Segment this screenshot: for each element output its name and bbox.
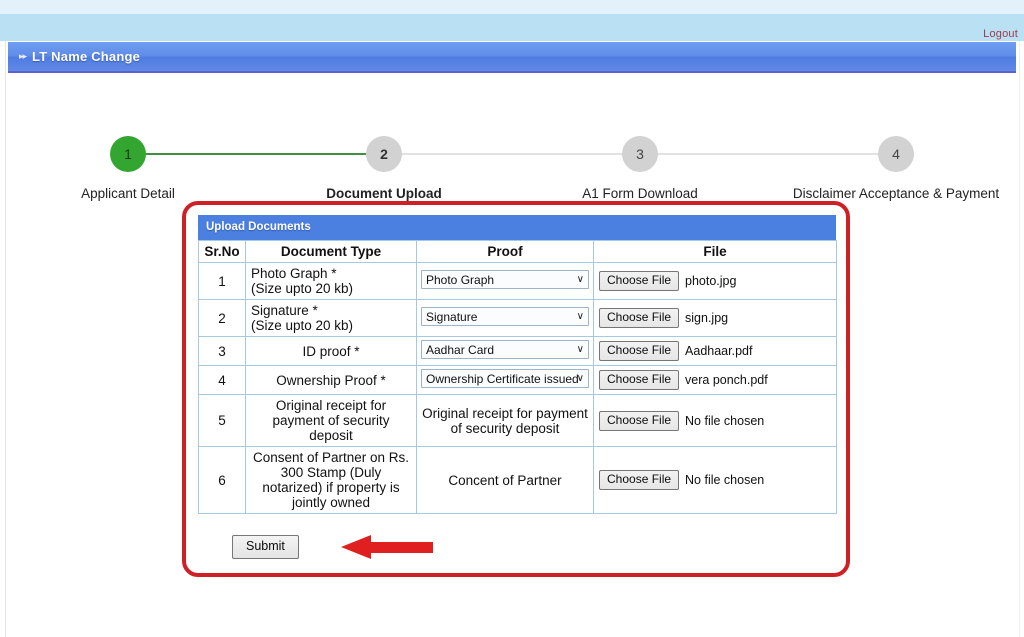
secondary-band: Logout [0,14,1024,41]
upload-table-body: 1 Photo Graph * (Size upto 20 kb) Photo Gr… [198,262,837,514]
file-name-label-row-4: vera ponch.pdf [685,373,768,387]
red-left-arrow-annotation-icon [340,535,433,559]
table-row: 1 Photo Graph * (Size upto 20 kb) Photo Gr… [198,262,837,300]
proof-select-value: Signature [426,310,478,324]
file-input-row-3[interactable]: Choose File Aadhaar.pdf [599,341,832,361]
proof-static-text: Original receipt for payment of security… [422,405,588,436]
table-row: 5 Original receipt for payment of securit… [198,394,837,447]
proof-select-row-2[interactable]: Signature ∨ [421,307,589,326]
stepper-connector-1 [128,153,384,155]
chevron-down-icon: ∨ [576,311,584,322]
progress-stepper: 1 Applicant Detail 2 Document Upload 3 A1 For… [0,120,1024,201]
choose-file-button-row-2[interactable]: Choose File [599,308,680,328]
top-gradient-band [0,0,1024,14]
upload-documents-panel: Upload Documents Sr.No Document Type Pro… [198,215,837,514]
file-name-label-row-6: No file chosen [685,473,765,487]
proof-static-text: Concent of Partner [448,472,562,488]
stepper-label-2: Document Upload [326,186,442,201]
cell-file: Choose File sign.jpg [593,299,837,337]
cell-proof: Aadhar Card ∨ [416,336,594,366]
cell-proof: Signature ∨ [416,299,594,337]
stepper-circle-1: 1 [110,136,146,172]
proof-select-row-4[interactable]: Ownership Certificate issued ∨ [421,369,589,388]
column-header-srno: Sr.No [198,240,246,263]
stepper-step-2[interactable]: 2 Document Upload [269,120,499,201]
proof-select-value: Aadhar Card [426,343,495,357]
cell-file: Choose File photo.jpg [593,262,837,300]
file-input-row-6[interactable]: Choose File No file chosen [599,470,832,490]
stepper-connector-2 [384,153,640,155]
cell-proof: Photo Graph ∨ [416,262,594,300]
stepper-label-3: A1 Form Download [582,186,698,201]
stepper-step-4[interactable]: 4 Disclaimer Acceptance & Payment [781,120,1011,201]
column-header-doctype: Document Type [245,240,417,263]
file-input-row-5[interactable]: Choose File No file chosen [599,410,832,431]
section-title-bar: ▸▸ LT Name Change [8,42,1016,73]
cell-proof: Ownership Certificate issued ∨ [416,365,594,395]
column-header-proof: Proof [416,240,594,263]
logout-link[interactable]: Logout [983,28,1018,41]
file-input-row-2[interactable]: Choose File sign.jpg [599,308,832,328]
cell-document-type: Photo Graph * (Size upto 20 kb) [245,262,417,300]
cell-proof: Concent of Partner [416,446,594,514]
cell-file: Choose File vera ponch.pdf [593,365,837,395]
table-row: 3 ID proof * Aadhar Card ∨ Choose File Aadhaa… [198,336,837,366]
chevron-down-icon: ∨ [576,373,584,384]
cell-srno: 2 [198,299,246,337]
proof-select-value: Photo Graph [426,273,495,287]
cell-srno: 5 [198,394,246,447]
cell-file: Choose File Aadhaar.pdf [593,336,837,366]
chevron-down-icon: ∨ [576,274,584,285]
choose-file-button-row-3[interactable]: Choose File [599,341,680,361]
stepper-label-4: Disclaimer Acceptance & Payment [792,186,1000,201]
table-row: 4 Ownership Proof * Ownership Certificate … [198,365,837,395]
cell-proof: Original receipt for payment of security… [416,394,594,447]
submit-row: Submit [232,532,433,562]
file-name-label-row-2: sign.jpg [685,311,729,325]
cell-document-type: Signature * (Size upto 20 kb) [245,299,417,337]
cell-document-type: Original receipt for payment of security… [245,394,417,447]
choose-file-button-row-4[interactable]: Choose File [599,370,680,390]
chevron-down-icon: ∨ [576,344,584,355]
cell-srno: 6 [198,446,246,514]
table-header-row: Sr.No Document Type Proof File [198,240,837,263]
panel-header-title: Upload Documents [198,215,836,240]
table-row: 6 Consent of Partner on Rs. 300 Stamp (Du… [198,446,837,514]
choose-file-button-row-6[interactable]: Choose File [599,470,680,490]
upload-documents-table: Sr.No Document Type Proof File 1 Photo Gr… [198,240,837,514]
proof-select-row-1[interactable]: Photo Graph ∨ [421,270,589,289]
page-title: LT Name Change [32,49,141,64]
cell-srno: 3 [198,336,246,366]
file-name-label-row-5: No file chosen [685,413,765,428]
cell-file: Choose File No file chosen [593,446,837,514]
stepper-circle-4: 4 [878,136,914,172]
stepper-connector-3 [640,153,896,155]
file-name-label-row-3: Aadhaar.pdf [685,344,753,358]
file-input-row-4[interactable]: Choose File vera ponch.pdf [599,370,832,390]
choose-file-button-row-1[interactable]: Choose File [599,271,680,291]
stepper-circle-2: 2 [366,136,402,172]
cell-document-type: ID proof * [245,336,417,366]
proof-select-value: Ownership Certificate issued [426,372,579,386]
stepper-label-1: Applicant Detail [81,186,175,201]
cell-file: Choose File No file chosen [593,394,837,447]
column-header-file: File [593,240,837,263]
cell-srno: 4 [198,365,246,395]
cell-srno: 1 [198,262,246,300]
double-chevron-right-icon: ▸▸ [19,51,27,61]
file-input-row-1[interactable]: Choose File photo.jpg [599,271,832,291]
stepper-step-1[interactable]: 1 Applicant Detail [13,120,243,201]
table-row: 2 Signature * (Size upto 20 kb) Signature ∨… [198,299,837,337]
stepper-step-3[interactable]: 3 A1 Form Download [525,120,755,201]
cell-document-type: Ownership Proof * [245,365,417,395]
stepper-circle-3: 3 [622,136,658,172]
choose-file-button-row-5[interactable]: Choose File [599,410,680,431]
cell-document-type: Consent of Partner on Rs. 300 Stamp (Dul… [245,446,417,514]
submit-button[interactable]: Submit [232,535,299,559]
file-name-label-row-1: photo.jpg [685,274,737,288]
page-frame: Logout ▸▸ LT Name Change 1 Applicant Deta… [0,0,1024,637]
proof-select-row-3[interactable]: Aadhar Card ∨ [421,340,589,359]
